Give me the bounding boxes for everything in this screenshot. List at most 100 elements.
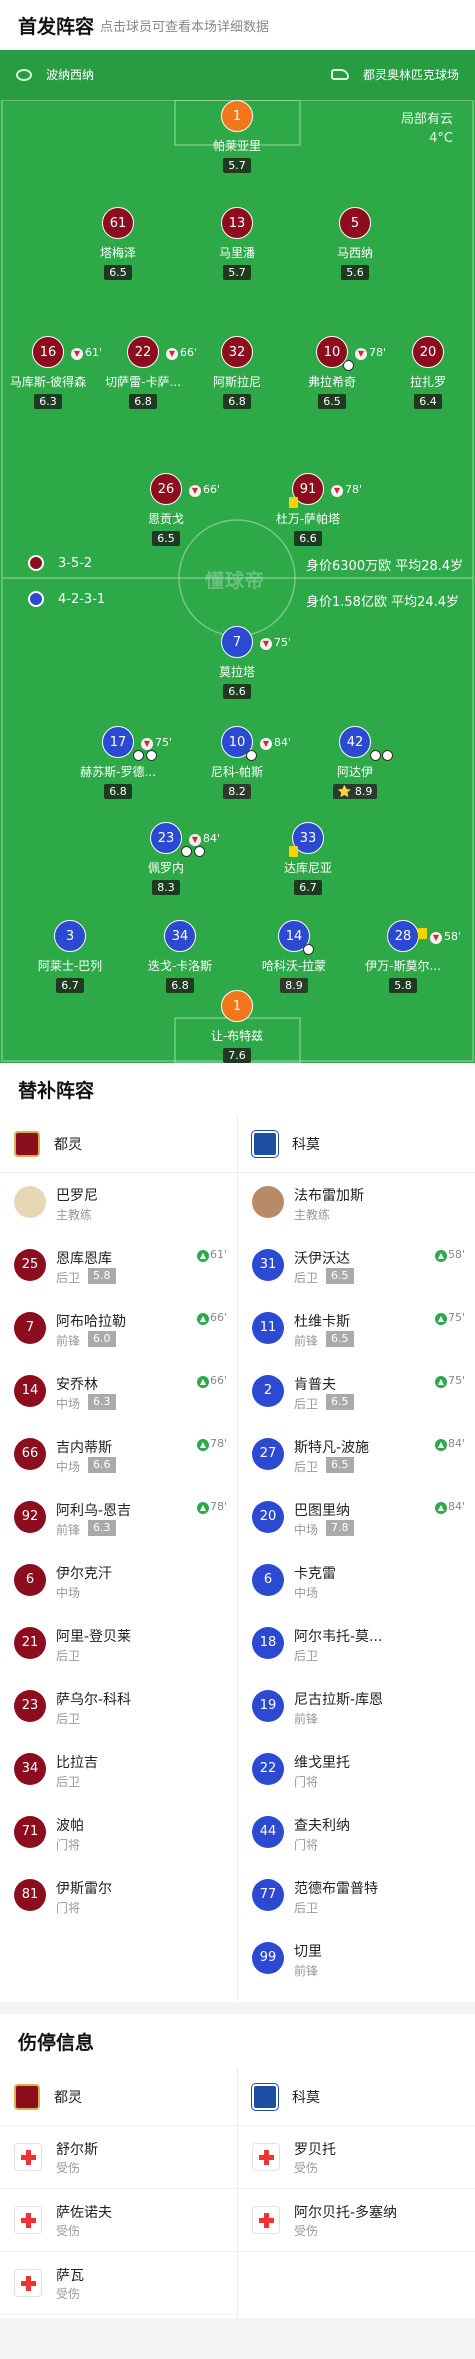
player-number: 92 — [14, 1501, 46, 1533]
sub-out-event: ▼ 84' — [189, 832, 220, 846]
away-coach[interactable]: 法布雷加斯 主教练 — [238, 1173, 475, 1236]
player-name: 伊万-斯莫尔... — [365, 959, 441, 973]
home-subs: 都灵 巴罗尼 主教练 25 恩库恩库 后卫 5.8 ▲ 61' 7 阿布哈拉勒 前锋 6.0 ▲ 66… — [0, 1115, 237, 1929]
player-position: 后卫 — [56, 1271, 81, 1285]
sub-player-row[interactable]: 11 杜维卡斯 前锋 6.5 ▲ 75' — [238, 1299, 475, 1362]
sub-in-icon: ▲ — [434, 1439, 447, 1451]
player-name: 巴图里纳 — [294, 1503, 350, 1519]
sub-player-row[interactable]: 2 肯普夫 后卫 6.5 ▲ 75' — [238, 1362, 475, 1425]
away-player-10[interactable]: 10 ▼ 84' 尼科-帕斯 8.2 — [182, 726, 292, 799]
player-name: 马西纳 — [336, 246, 373, 260]
venue[interactable]: 都灵奥林匹克球场 — [330, 66, 459, 83]
sub-player-row[interactable]: 34 比拉吉 后卫 — [0, 1740, 237, 1803]
home-club-row[interactable]: 都灵 — [0, 2068, 237, 2126]
sub-player-row[interactable]: 21 阿里-登贝莱 后卫 — [0, 1614, 237, 1677]
away-player-7[interactable]: 7 ▼ 75' 莫拉塔 6.6 — [182, 626, 292, 699]
injury-row[interactable]: 阿尔贝托-多塞纳 受伤 — [238, 2189, 475, 2252]
sub-player-row[interactable]: 77 范德布雷普特 后卫 — [238, 1866, 475, 1929]
sub-out-event: ▼ 58' — [430, 930, 461, 944]
page-title: 首发阵容 — [18, 15, 95, 38]
away-player-17[interactable]: 17 ▼ 75' 赫苏斯-罗德... 6.8 — [63, 726, 173, 799]
sub-player-row[interactable]: 18 阿尔韦托-莫... 后卫 — [238, 1614, 475, 1677]
sub-in-icon: ▲ — [196, 1250, 209, 1262]
away-player-33[interactable]: 33 达库尼亚 6.7 — [253, 822, 363, 895]
sub-player-row[interactable]: 6 伊尔克汗 中场 — [0, 1551, 237, 1614]
player-name: 阿里-登贝莱 — [56, 1629, 132, 1645]
away-player-28[interactable]: 28 ▼ 58' 伊万-斯莫尔... 5.8 — [348, 920, 461, 993]
home-player-26[interactable]: 26 ▼ 66' 恩贡戈 6.5 — [111, 473, 221, 546]
player-rating: 8.3 — [152, 880, 180, 895]
sub-player-row[interactable]: 27 斯特凡-波施 后卫 6.5 ▲ 84' — [238, 1425, 475, 1488]
sub-player-row[interactable]: 20 巴图里纳 中场 7.8 ▲ 84' — [238, 1488, 475, 1551]
player-rating: 6.8 — [129, 394, 157, 409]
player-position: 中场 — [56, 1460, 81, 1474]
player-number: 23 — [150, 822, 182, 854]
player-number: 22 — [252, 1753, 284, 1785]
home-coach[interactable]: 巴罗尼 主教练 — [0, 1173, 237, 1236]
sub-in-icon: ▲ — [434, 1502, 447, 1514]
player-name: 莫拉塔 — [218, 665, 255, 679]
sub-player-row[interactable]: 23 萨乌尔-科科 后卫 — [0, 1677, 237, 1740]
sub-player-row[interactable]: 99 切里 前锋 — [238, 1929, 475, 1992]
sub-player-row[interactable]: 6 卡克雷 中场 — [238, 1551, 475, 1614]
away-club-row[interactable]: 科莫 — [238, 2068, 475, 2126]
sub-player-row[interactable]: 44 查夫利纳 门将 — [238, 1803, 475, 1866]
sub-player-row[interactable]: 71 波帕 门将 — [0, 1803, 237, 1866]
player-position: 后卫 — [294, 1397, 319, 1411]
sub-player-row[interactable]: 81 伊斯雷尔 门将 — [0, 1866, 237, 1929]
away-player-14[interactable]: 14 哈科沃-拉蒙 8.9 — [239, 920, 349, 993]
sub-player-row[interactable]: 22 维戈里托 门将 — [238, 1740, 475, 1803]
home-player-61[interactable]: 61 塔梅泽 6.5 — [63, 207, 173, 280]
player-name: 卡克雷 — [294, 1566, 336, 1582]
watermark: 懂球帝 — [205, 570, 266, 592]
home-player-20[interactable]: 20 拉扎罗 6.4 — [373, 336, 475, 409]
injury-row[interactable]: 罗贝托 受伤 — [238, 2126, 475, 2189]
away-player-1[interactable]: 1 让-布特兹 7.6 — [182, 990, 292, 1063]
injury-row[interactable]: 萨瓦 受伤 — [0, 2252, 237, 2315]
home-subs-list: 25 恩库恩库 后卫 5.8 ▲ 61' 7 阿布哈拉勒 前锋 6.0 ▲ 66' 14 安乔林 中场 6.3… — [0, 1236, 237, 1929]
sub-minute: 66' — [209, 1311, 227, 1324]
sub-player-row[interactable]: 14 安乔林 中场 6.3 ▲ 66' — [0, 1362, 237, 1425]
player-position: 前锋 — [56, 1523, 81, 1537]
player-number: 81 — [14, 1879, 46, 1911]
player-name: 塔梅泽 — [99, 246, 136, 260]
player-name: 肯普夫 — [294, 1377, 336, 1393]
medical-cross-icon — [252, 2143, 280, 2171]
player-rating: 6.3 — [88, 1520, 116, 1536]
weather-temp: 4°C — [429, 131, 453, 146]
sub-player-row[interactable]: 31 沃伊沃达 后卫 6.5 ▲ 58' — [238, 1236, 475, 1299]
goal-icon — [370, 750, 381, 761]
away-player-23[interactable]: 23 ▼ 84' 佩罗内 8.3 — [111, 822, 221, 895]
player-name: 吉内蒂斯 — [56, 1440, 112, 1456]
injury-row[interactable]: 舒尔斯 受伤 — [0, 2126, 237, 2189]
home-player-1[interactable]: 1 帕莱亚里 5.7 — [182, 100, 292, 173]
away-club-row[interactable]: 科莫 — [238, 1115, 475, 1173]
home-team[interactable]: 波纳西纳 — [16, 66, 94, 83]
sub-out-event: ▼ 84' — [260, 736, 291, 750]
home-player-13[interactable]: 13 马里潘 5.7 — [182, 207, 292, 280]
sub-in-icon: ▲ — [434, 1313, 447, 1325]
player-number: 19 — [252, 1690, 284, 1722]
sub-player-row[interactable]: 92 阿利乌-恩吉 前锋 6.3 ▲ 78' — [0, 1488, 237, 1551]
player-rating: 6.7 — [56, 978, 84, 993]
player-name: 赫苏斯-罗德... — [80, 765, 156, 779]
away-player-34[interactable]: 34 迭戈-卡洛斯 6.8 — [125, 920, 235, 993]
away-player-3[interactable]: 3 阿莱士-巴列 6.7 — [15, 920, 125, 993]
home-player-32[interactable]: 32 阿斯拉尼 6.8 — [182, 336, 292, 409]
home-player-10[interactable]: 10 ▼ 78' 弗拉希奇 6.5 — [277, 336, 387, 409]
sub-player-row[interactable]: 7 阿布哈拉勒 前锋 6.0 ▲ 66' — [0, 1299, 237, 1362]
player-rating: 5.6 — [341, 265, 369, 280]
home-club-row[interactable]: 都灵 — [0, 1115, 237, 1173]
injury-row[interactable]: 萨佐诺夫 受伤 — [0, 2189, 237, 2252]
player-rating: 5.8 — [389, 978, 417, 993]
sub-player-row[interactable]: 66 吉内蒂斯 中场 6.6 ▲ 78' — [0, 1425, 237, 1488]
home-player-91[interactable]: 91 ▼ 78' 杜万-萨帕塔 6.6 — [253, 473, 363, 546]
player-rating: 5.8 — [88, 1268, 116, 1284]
home-player-5[interactable]: 5 马西纳 5.6 — [300, 207, 410, 280]
away-player-42[interactable]: 42 阿达伊 ⭐ 8.9 — [300, 726, 410, 799]
away-formation-label: 4-2-3-1 — [58, 591, 106, 607]
sub-player-row[interactable]: 25 恩库恩库 后卫 5.8 ▲ 61' — [0, 1236, 237, 1299]
sub-player-row[interactable]: 19 尼古拉斯-库恩 前锋 — [238, 1677, 475, 1740]
torino-crest-icon — [14, 1130, 40, 1157]
sub-minute: 78' — [345, 483, 363, 496]
